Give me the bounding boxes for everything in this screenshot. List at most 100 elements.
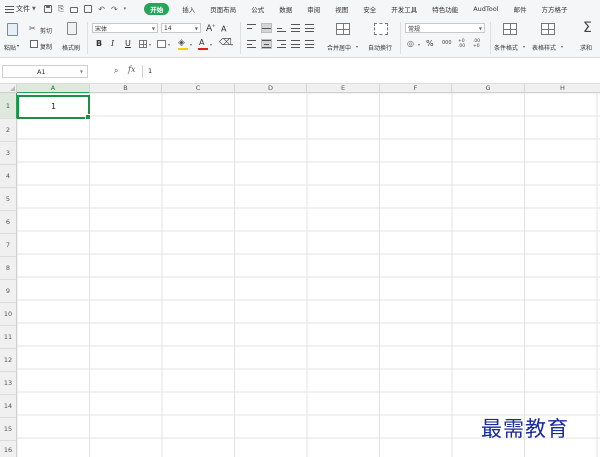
quick-access-more-icon[interactable]: ▾ bbox=[124, 6, 127, 12]
function-icon[interactable]: fx bbox=[128, 65, 135, 74]
align-right-icon[interactable] bbox=[277, 40, 286, 48]
decrease-indent-icon[interactable] bbox=[291, 24, 300, 32]
row-header-11[interactable]: 11 bbox=[0, 326, 17, 349]
align-top-icon[interactable] bbox=[247, 24, 256, 32]
select-all-corner[interactable] bbox=[0, 84, 17, 93]
formula-input[interactable]: 1 bbox=[142, 65, 598, 78]
row-header-2[interactable]: 2 bbox=[0, 119, 17, 142]
currency-icon[interactable]: ◎ bbox=[407, 39, 414, 48]
conditional-format-icon[interactable] bbox=[503, 23, 517, 35]
tab-review[interactable]: 审阅 bbox=[307, 4, 320, 14]
row-header-15[interactable]: 15 bbox=[0, 418, 17, 441]
decrease-decimal-button[interactable]: .00 +0 bbox=[473, 39, 485, 49]
tab-data[interactable]: 数据 bbox=[279, 4, 292, 14]
column-header-c[interactable]: C bbox=[162, 84, 235, 93]
table-style-dropdown-icon[interactable]: ▾ bbox=[561, 44, 563, 49]
currency-dropdown-icon[interactable]: ▾ bbox=[418, 42, 420, 47]
merge-dropdown-icon[interactable]: ▾ bbox=[356, 44, 358, 49]
row-header-16[interactable]: 16 bbox=[0, 441, 17, 457]
row-header-10[interactable]: 10 bbox=[0, 303, 17, 326]
column-header-g[interactable]: G bbox=[452, 84, 525, 93]
undo-icon[interactable]: ↶ bbox=[98, 5, 105, 14]
copy-button[interactable]: 复制 bbox=[40, 42, 52, 51]
paste-icon[interactable] bbox=[7, 23, 18, 36]
italic-button[interactable]: I bbox=[111, 39, 114, 48]
sum-button[interactable]: 求和 bbox=[580, 43, 592, 52]
tab-developer[interactable]: 开发工具 bbox=[391, 4, 417, 14]
tab-special-features[interactable]: 特色功能 bbox=[432, 4, 458, 14]
print-preview-icon[interactable] bbox=[84, 5, 93, 13]
row-header-12[interactable]: 12 bbox=[0, 349, 17, 372]
row-header-8[interactable]: 8 bbox=[0, 257, 17, 280]
format-painter-button[interactable]: 格式刷 bbox=[62, 43, 80, 52]
increase-indent-icon[interactable] bbox=[305, 24, 314, 32]
tab-view[interactable]: 视图 bbox=[335, 4, 348, 14]
font-size-select[interactable]: 14 ▼ bbox=[161, 23, 201, 33]
table-style-icon[interactable] bbox=[541, 23, 555, 35]
column-header-e[interactable]: E bbox=[307, 84, 380, 93]
format-painter-icon[interactable] bbox=[67, 22, 77, 35]
cell-style-icon[interactable] bbox=[157, 40, 166, 48]
underline-button[interactable]: U bbox=[125, 39, 131, 48]
font-color-dropdown-icon[interactable]: ▾ bbox=[210, 42, 212, 47]
clear-format-icon[interactable]: ⌫ bbox=[219, 38, 232, 48]
print-icon[interactable] bbox=[70, 7, 79, 13]
scissors-icon[interactable]: ✂ bbox=[29, 24, 36, 33]
conditional-format-button[interactable]: 条件格式 bbox=[494, 43, 518, 52]
decrease-font-size-button[interactable]: A- bbox=[221, 24, 228, 34]
row-header-13[interactable]: 13 bbox=[0, 372, 17, 395]
search-icon[interactable]: ⌕ bbox=[114, 66, 118, 76]
name-box[interactable]: A1 ▼ bbox=[2, 65, 88, 78]
number-format-select[interactable]: 常规 ▼ bbox=[405, 23, 485, 33]
column-header-d[interactable]: D bbox=[235, 84, 307, 93]
borders-icon[interactable] bbox=[139, 40, 147, 48]
tab-insert[interactable]: 插入 bbox=[182, 4, 195, 14]
column-header-h[interactable]: H bbox=[525, 84, 600, 93]
align-left-icon[interactable] bbox=[247, 40, 256, 48]
row-header-4[interactable]: 4 bbox=[0, 165, 17, 188]
merge-center-button[interactable]: 合并居中 bbox=[327, 43, 351, 52]
row-header-5[interactable]: 5 bbox=[0, 188, 17, 211]
save-icon[interactable] bbox=[43, 5, 52, 13]
distributed-align-icon[interactable] bbox=[305, 40, 314, 48]
chevron-down-icon[interactable]: ▼ bbox=[32, 6, 36, 12]
cell-style-dropdown-icon[interactable]: ▾ bbox=[168, 42, 170, 47]
row-header-3[interactable]: 3 bbox=[0, 142, 17, 165]
active-cell-a1[interactable]: 1 bbox=[17, 95, 91, 120]
merge-cells-icon[interactable] bbox=[336, 23, 350, 35]
tab-security[interactable]: 安全 bbox=[363, 4, 376, 14]
thousands-separator-button[interactable]: 000 bbox=[442, 40, 452, 46]
clear-dropdown-icon[interactable]: ▾ bbox=[231, 42, 233, 47]
sum-icon[interactable]: Σ bbox=[583, 20, 592, 36]
increase-decimal-button[interactable]: +0 .00 bbox=[458, 39, 470, 49]
file-menu[interactable]: 文件 bbox=[16, 4, 30, 14]
redo-icon[interactable]: ↷ bbox=[111, 5, 118, 14]
increase-font-size-button[interactable]: A+ bbox=[206, 23, 216, 34]
bold-button[interactable]: B bbox=[96, 39, 102, 48]
row-header-14[interactable]: 14 bbox=[0, 395, 17, 418]
column-header-b[interactable]: B bbox=[90, 84, 162, 93]
wrap-text-button[interactable]: 自动换行 bbox=[368, 43, 392, 52]
tab-audtool[interactable]: AudTool bbox=[473, 5, 498, 13]
paste-dropdown-icon[interactable]: ▾ bbox=[17, 43, 19, 48]
export-icon[interactable]: ⎘ bbox=[58, 4, 64, 14]
table-style-button[interactable]: 表格样式 bbox=[532, 43, 556, 52]
fill-color-icon[interactable]: ◈ bbox=[178, 38, 185, 48]
align-center-icon[interactable] bbox=[261, 39, 272, 49]
column-header-f[interactable]: F bbox=[380, 84, 452, 93]
tab-page-layout[interactable]: 页面布局 bbox=[210, 4, 236, 14]
percent-button[interactable]: % bbox=[426, 39, 434, 48]
paste-button[interactable]: 粘贴 bbox=[4, 43, 16, 52]
align-middle-icon[interactable] bbox=[261, 23, 272, 33]
conditional-format-dropdown-icon[interactable]: ▾ bbox=[523, 44, 525, 49]
column-header-a[interactable]: A bbox=[17, 84, 90, 93]
cell-area[interactable] bbox=[17, 93, 600, 457]
tab-mail[interactable]: 邮件 bbox=[514, 4, 527, 14]
menu-icon[interactable] bbox=[5, 5, 14, 13]
tab-formulas[interactable]: 公式 bbox=[251, 4, 264, 14]
tab-home[interactable]: 开始 bbox=[144, 3, 170, 15]
font-color-button[interactable]: A bbox=[199, 38, 204, 47]
cut-button[interactable]: 剪切 bbox=[40, 26, 52, 35]
font-name-select[interactable]: 宋体 ▼ bbox=[92, 23, 158, 33]
row-header-7[interactable]: 7 bbox=[0, 234, 17, 257]
